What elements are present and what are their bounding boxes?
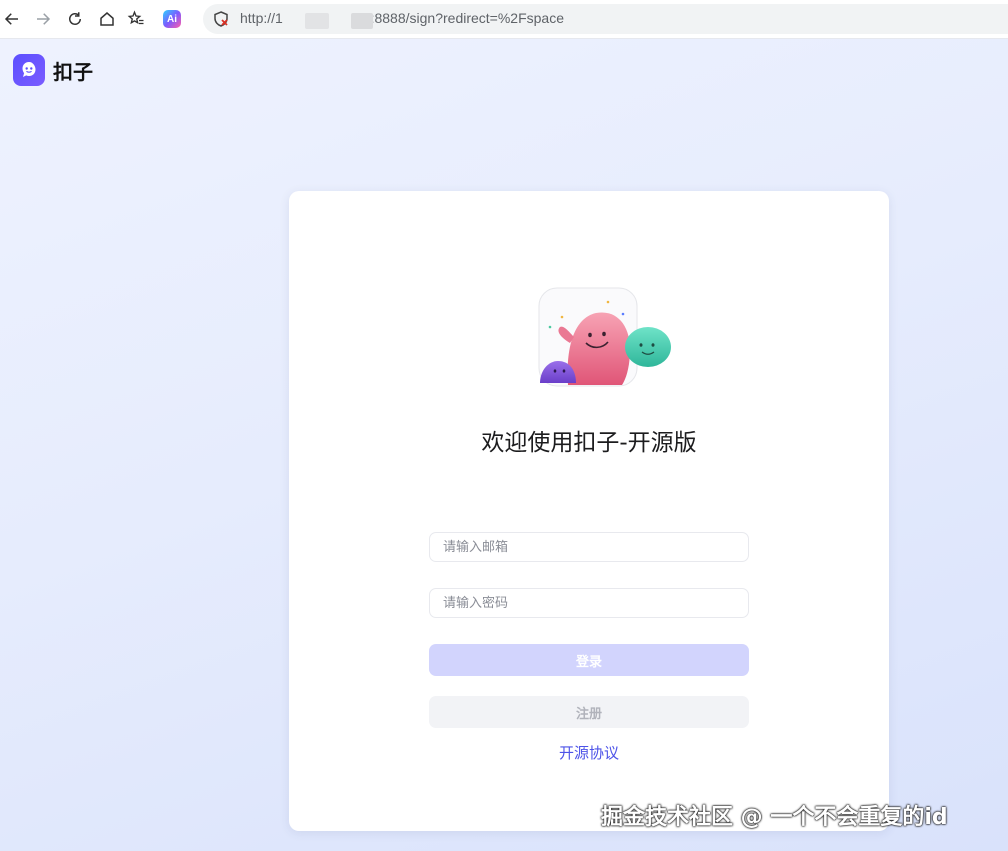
email-input[interactable] <box>429 532 749 562</box>
open-source-agreement-link[interactable]: 开源协议 <box>289 742 889 763</box>
url-prefix: http://1 <box>240 10 283 26</box>
not-secure-icon[interactable] <box>213 11 229 27</box>
favorites-icon[interactable] <box>124 7 148 31</box>
forward-icon[interactable] <box>31 7 55 31</box>
browser-toolbar: Ai http://1 4:8888/sign?redirect=%2Fspace <box>0 0 1008 39</box>
back-icon[interactable] <box>0 7 24 31</box>
reload-icon[interactable] <box>63 7 87 31</box>
url-redaction <box>351 13 373 29</box>
login-button[interactable]: 登录 <box>429 644 749 676</box>
brand[interactable]: 扣子 <box>13 54 93 86</box>
url-suffix: 4:8888/sign?redirect=%2Fspace <box>362 10 564 26</box>
password-input[interactable] <box>429 588 749 618</box>
url-text: http://1 4:8888/sign?redirect=%2Fspace <box>240 10 564 26</box>
watermark: 掘金技术社区 @ 一个不会重复的id <box>601 805 948 830</box>
login-card: 欢迎使用扣子-开源版 登录 注册 开源协议 <box>289 191 889 831</box>
login-page: 扣子 欢迎使用扣子-开源版 请输入邮箱 登录 注册 开源协议 掘金技术社区 @ … <box>0 39 1008 851</box>
brand-name: 扣子 <box>53 59 93 84</box>
welcome-title: 欢迎使用扣子-开源版 <box>481 430 697 456</box>
mascot-illustration <box>538 287 671 387</box>
coze-logo-icon <box>13 54 45 86</box>
home-icon[interactable] <box>95 7 119 31</box>
register-button[interactable]: 注册 <box>429 696 749 728</box>
url-redaction <box>305 13 329 29</box>
address-bar[interactable]: http://1 4:8888/sign?redirect=%2Fspace <box>203 4 1008 34</box>
ai-extension-icon[interactable]: Ai <box>163 10 181 28</box>
